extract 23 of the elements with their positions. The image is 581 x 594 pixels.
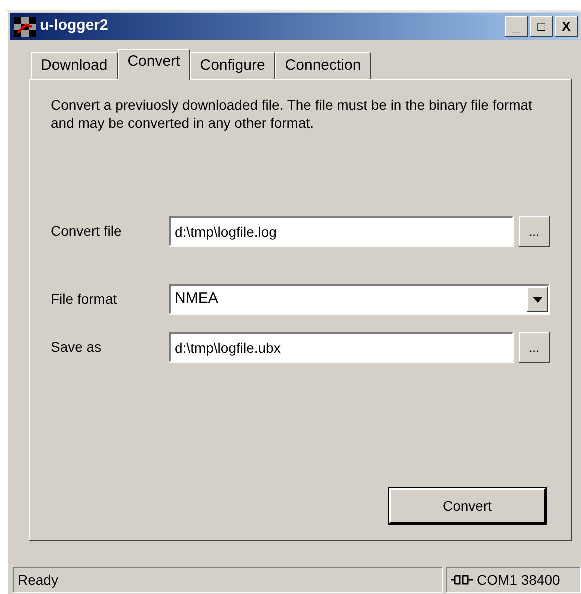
- description-text: Convert a previuosly downloaded file. The file must be in the binary file format and may be converted in any other format.: [51, 96, 534, 132]
- minimize-button[interactable]: _: [505, 16, 528, 37]
- path-field[interactable]: d:\tmp\logfile.log: [169, 216, 514, 247]
- field-label: Convert file: [51, 222, 123, 241]
- tab[interactable]: Convert: [118, 49, 190, 80]
- path-field[interactable]: d:\tmp\logfile.ubx: [169, 332, 514, 363]
- maximize-button[interactable]: □: [530, 16, 553, 37]
- close-button[interactable]: X: [555, 16, 578, 37]
- field-label: File format: [51, 290, 118, 309]
- format-dropdown[interactable]: NMEA: [169, 284, 550, 315]
- caret-icon: [527, 287, 548, 312]
- tab[interactable]: Connection: [275, 52, 372, 79]
- tab[interactable]: Download: [31, 52, 118, 79]
- plug-icon: [451, 574, 473, 586]
- tab[interactable]: Configure: [190, 52, 276, 79]
- browse-button[interactable]: ...: [518, 332, 550, 363]
- app-icon: [14, 16, 36, 36]
- connection-text: COM1 38400: [477, 570, 560, 590]
- window-title: u-logger2: [40, 16, 108, 36]
- status-message: Ready: [13, 567, 443, 593]
- field-label: Save as: [51, 338, 103, 357]
- browse-button[interactable]: ...: [518, 216, 550, 247]
- convert-button[interactable]: Convert: [389, 488, 546, 524]
